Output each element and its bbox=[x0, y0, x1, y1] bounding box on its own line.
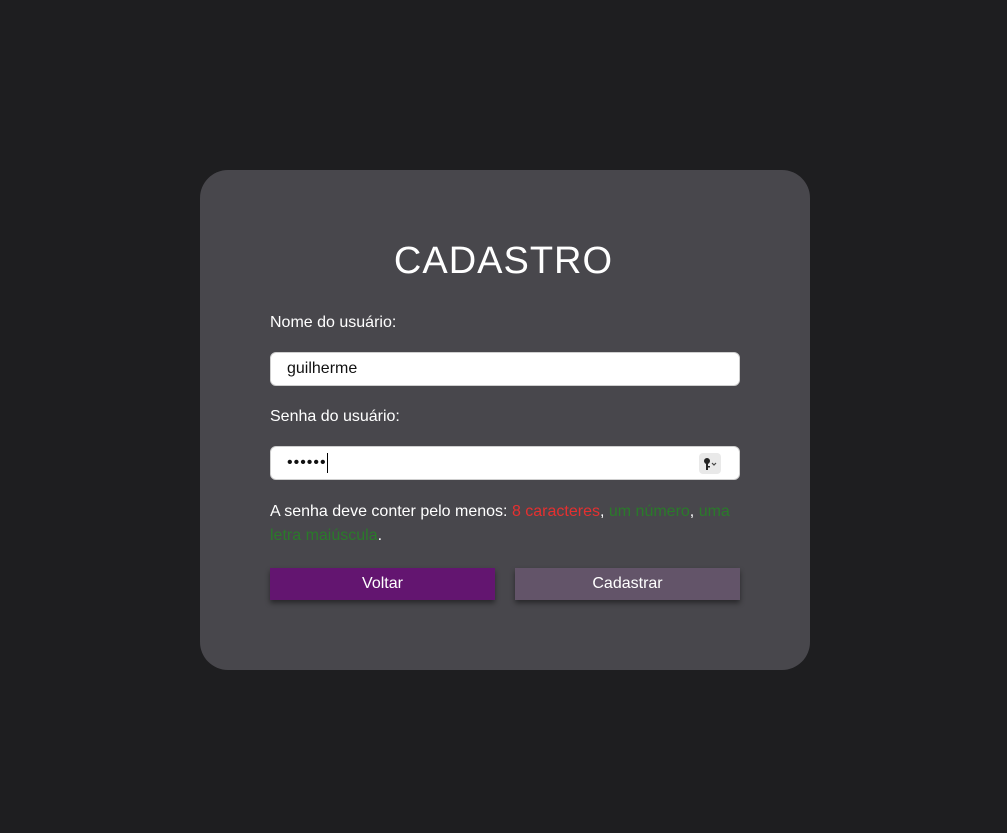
password-requirements: A senha deve conter pelo menos: 8 caract… bbox=[270, 500, 750, 548]
requirement-number: um número bbox=[608, 503, 690, 520]
back-button[interactable]: Voltar bbox=[270, 568, 495, 600]
key-icon[interactable] bbox=[699, 453, 721, 474]
username-label: Nome do usuário: bbox=[270, 314, 397, 331]
username-value: guilherme bbox=[287, 360, 358, 377]
page-title: CADASTRO bbox=[393, 240, 614, 282]
requirement-length: 8 caracteres bbox=[511, 503, 600, 520]
password-value: •••••• bbox=[287, 454, 327, 471]
separator: , bbox=[689, 503, 699, 520]
requirements-prefix: A senha deve conter pelo menos: bbox=[270, 503, 512, 520]
username-input[interactable]: guilherme bbox=[270, 352, 740, 386]
text-caret bbox=[326, 453, 328, 473]
password-input[interactable]: •••••• bbox=[270, 446, 740, 480]
separator: , bbox=[599, 503, 609, 520]
register-button[interactable]: Cadastrar bbox=[515, 568, 740, 600]
end-punctuation: . bbox=[377, 527, 383, 544]
password-label: Senha do usuário: bbox=[270, 408, 400, 425]
